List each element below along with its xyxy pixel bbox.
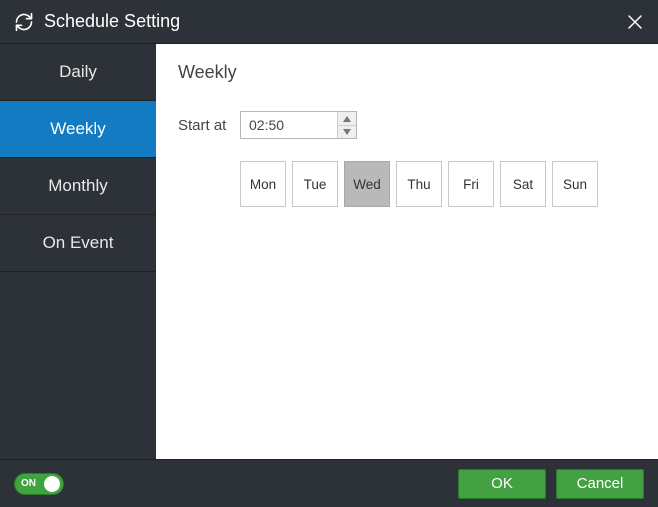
day-fri[interactable]: Fri [448, 161, 494, 207]
sidebar-item-label: On Event [43, 233, 114, 253]
day-wed[interactable]: Wed [344, 161, 390, 207]
sidebar-item-monthly[interactable]: Monthly [0, 158, 156, 215]
sidebar-item-label: Weekly [50, 119, 105, 139]
chevron-up-icon [343, 116, 351, 122]
schedule-setting-dialog: Schedule Setting Daily Weekly Monthly On… [0, 0, 658, 507]
button-label: Cancel [577, 475, 624, 492]
time-input[interactable] [241, 112, 337, 138]
day-label: Wed [353, 177, 381, 192]
start-at-label: Start at [178, 117, 240, 134]
spinner-buttons [337, 112, 356, 138]
day-label: Sun [563, 177, 587, 192]
sidebar-item-weekly[interactable]: Weekly [0, 101, 156, 158]
day-thu[interactable]: Thu [396, 161, 442, 207]
main-panel: Weekly Start at [156, 44, 658, 459]
titlebar: Schedule Setting [0, 0, 658, 44]
dialog-title: Schedule Setting [44, 11, 626, 32]
day-picker: Mon Tue Wed Thu Fri Sat Sun [240, 161, 636, 207]
sidebar-item-on-event[interactable]: On Event [0, 215, 156, 272]
day-label: Fri [463, 177, 479, 192]
day-tue[interactable]: Tue [292, 161, 338, 207]
panel-title: Weekly [178, 62, 636, 83]
toggle-knob [44, 476, 60, 492]
cancel-button[interactable]: Cancel [556, 469, 644, 499]
start-at-row: Start at [178, 111, 636, 139]
day-label: Mon [250, 177, 276, 192]
time-spinner [240, 111, 357, 139]
dialog-footer: ON OK Cancel [0, 459, 658, 507]
sidebar: Daily Weekly Monthly On Event [0, 44, 156, 459]
day-label: Sat [513, 177, 533, 192]
ok-button[interactable]: OK [458, 469, 546, 499]
day-sun[interactable]: Sun [552, 161, 598, 207]
day-mon[interactable]: Mon [240, 161, 286, 207]
enable-toggle[interactable]: ON [14, 473, 64, 495]
day-label: Tue [304, 177, 327, 192]
chevron-down-icon [343, 129, 351, 135]
button-label: OK [491, 475, 513, 492]
sync-icon [14, 12, 34, 32]
close-icon[interactable] [626, 13, 644, 31]
sidebar-item-label: Daily [59, 62, 97, 82]
spinner-up-button[interactable] [338, 112, 356, 125]
day-label: Thu [407, 177, 430, 192]
sidebar-item-daily[interactable]: Daily [0, 44, 156, 101]
toggle-label: ON [21, 478, 36, 489]
sidebar-item-label: Monthly [48, 176, 108, 196]
dialog-body: Daily Weekly Monthly On Event Weekly Sta… [0, 44, 658, 459]
day-sat[interactable]: Sat [500, 161, 546, 207]
spinner-down-button[interactable] [338, 125, 356, 138]
